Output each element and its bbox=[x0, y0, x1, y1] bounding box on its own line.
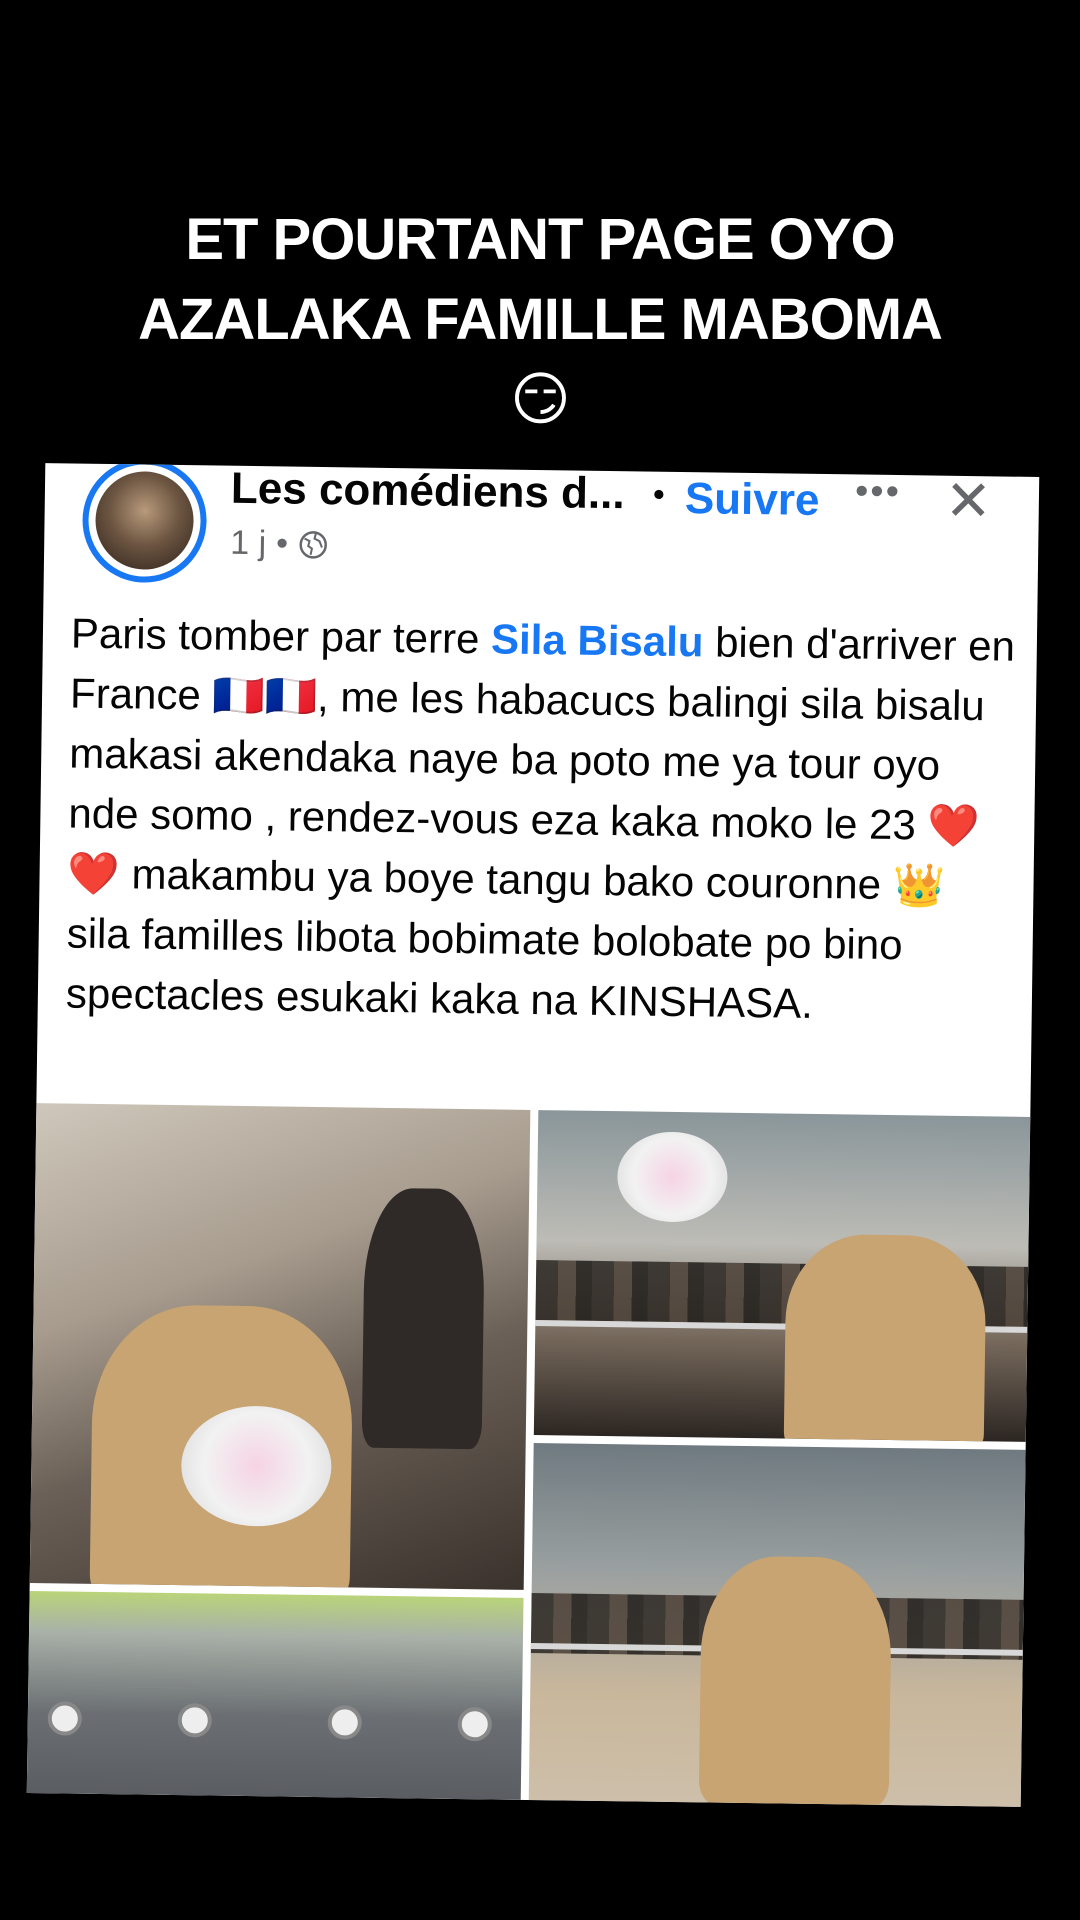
post-text-part2: bien d'arriver en France 🇫🇷🇫🇷, me les ha… bbox=[65, 618, 1016, 1027]
avatar-image bbox=[94, 470, 195, 571]
ceiling-light bbox=[457, 1707, 493, 1742]
post-text-part1: Paris tomber par terre bbox=[70, 609, 492, 663]
person-figure bbox=[361, 1187, 486, 1450]
post-meta: 1 j • bbox=[230, 524, 328, 564]
photo-grid bbox=[26, 1103, 1031, 1807]
page-name[interactable]: Les comédiens d... bbox=[231, 464, 625, 519]
globe-icon bbox=[299, 530, 327, 559]
photo-3[interactable] bbox=[528, 1443, 1026, 1807]
photo-1[interactable] bbox=[29, 1103, 531, 1590]
ceiling-light bbox=[177, 1703, 213, 1738]
post-header: Les comédiens d... • Suivre ••• ✕ 1 j • bbox=[43, 463, 1039, 617]
ceiling-light bbox=[47, 1701, 83, 1736]
video-caption: ET POURTANT PAGE OYO AZALAKA FAMILLE MAB… bbox=[138, 207, 943, 432]
page-avatar[interactable] bbox=[81, 463, 208, 584]
post-text: Paris tomber par terre Sila Bisalu bien … bbox=[66, 604, 1022, 1037]
close-icon[interactable]: ✕ bbox=[944, 468, 992, 535]
ceiling-light bbox=[327, 1705, 363, 1740]
follow-button[interactable]: Suivre bbox=[685, 474, 820, 526]
mention-link[interactable]: Sila Bisalu bbox=[491, 615, 704, 665]
woman-figure bbox=[783, 1233, 987, 1442]
meta-separator: • bbox=[275, 524, 289, 563]
facebook-post-card: Les comédiens d... • Suivre ••• ✕ 1 j • … bbox=[26, 463, 1040, 1807]
woman-figure bbox=[698, 1555, 893, 1807]
header-separator: • bbox=[652, 475, 666, 514]
photo-4[interactable] bbox=[26, 1591, 524, 1800]
bouquet bbox=[616, 1131, 729, 1223]
photo-2[interactable] bbox=[533, 1110, 1031, 1442]
more-options-icon[interactable]: ••• bbox=[855, 470, 902, 514]
post-time[interactable]: 1 j bbox=[230, 524, 266, 563]
